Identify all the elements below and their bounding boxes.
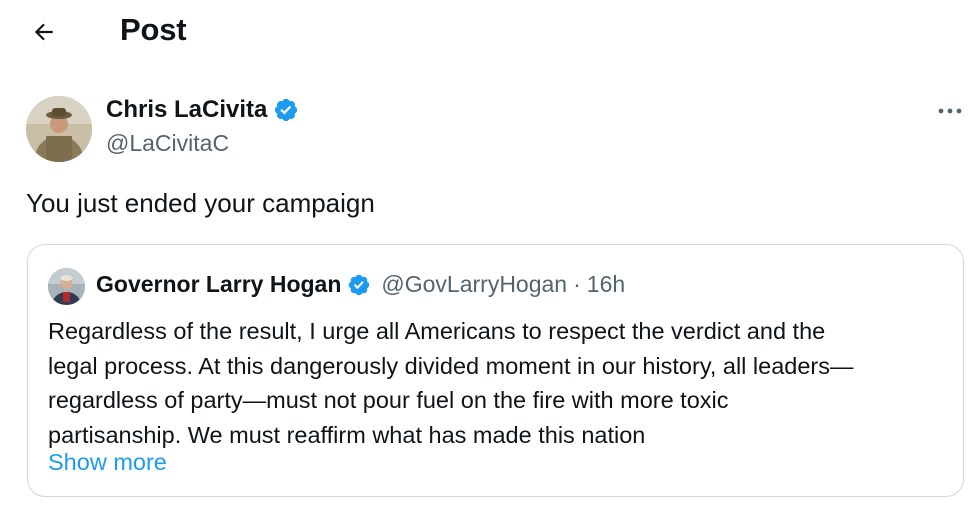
back-button[interactable] — [24, 14, 64, 50]
show-more-link[interactable]: Show more — [48, 445, 167, 479]
quote-body: Regardless of the result, I urge all Ame… — [48, 314, 948, 452]
page-title: Post — [120, 12, 187, 47]
quote-line: legal process. At this dangerously divid… — [48, 352, 854, 379]
author-handle[interactable]: @LaCivitaC — [106, 130, 229, 157]
quoted-tweet-card[interactable]: Governor Larry Hogan @GovLarryHogan · 16… — [27, 244, 964, 497]
post-header: Post — [0, 0, 980, 64]
quote-line: Regardless of the result, I urge all Ame… — [48, 318, 826, 344]
quote-line: partisanship. We must reaffirm what has … — [48, 421, 646, 448]
quote-header: Governor Larry Hogan @GovLarryHogan · 16… — [96, 271, 625, 298]
author-name[interactable]: Chris LaCivita — [106, 96, 267, 124]
avatar-image — [26, 96, 92, 162]
verified-badge-icon — [349, 274, 370, 295]
arrow-left-icon — [34, 23, 53, 41]
quote-author-name: Governor Larry Hogan — [96, 271, 342, 297]
author-avatar[interactable] — [26, 96, 92, 162]
author-name-row[interactable]: Chris LaCivita — [106, 96, 299, 124]
verified-badge-icon — [275, 98, 298, 122]
more-horizontal-icon — [938, 108, 962, 114]
quote-author-handle: @GovLarryHogan — [381, 271, 568, 297]
quote-timestamp: 16h — [586, 271, 626, 297]
more-options-button[interactable] — [930, 96, 970, 126]
avatar-image — [48, 268, 85, 305]
quote-line: regardless of party—must not pour fuel o… — [48, 387, 729, 413]
quote-author-avatar — [48, 268, 85, 305]
separator-dot: · — [573, 271, 581, 297]
tweet-text: You just ended your campaign — [26, 188, 375, 218]
